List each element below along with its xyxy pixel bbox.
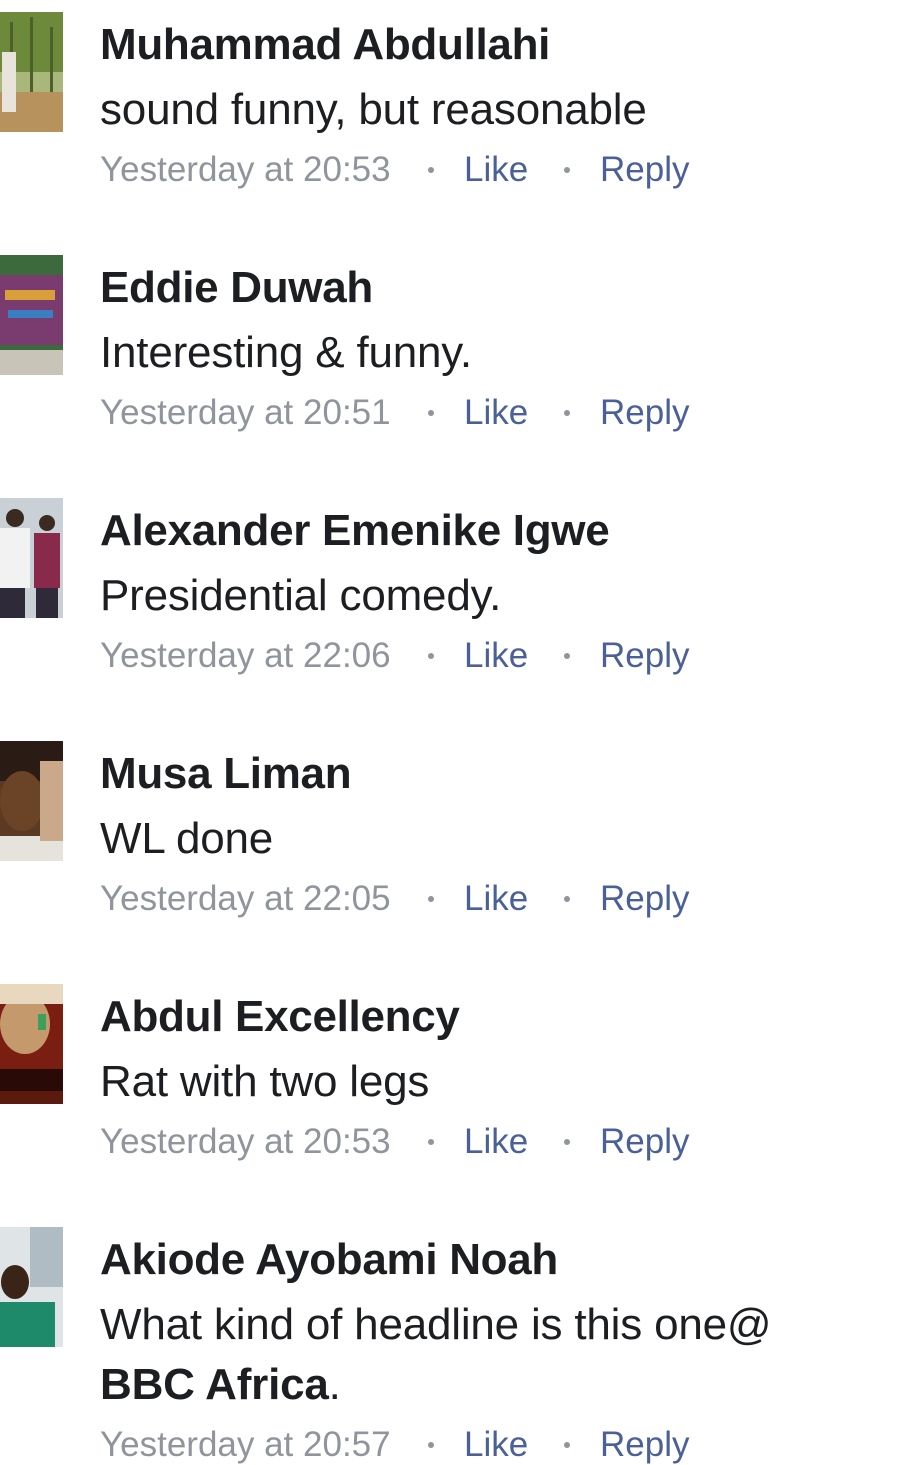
separator-dot (428, 167, 434, 173)
avatar[interactable] (0, 255, 63, 375)
comment-text: What kind of headline is this one@ BBC A… (100, 1295, 880, 1415)
comment-timestamp[interactable]: Yesterday at 20:57 (100, 1425, 398, 1465)
comment-timestamp[interactable]: Yesterday at 20:53 (100, 1122, 398, 1162)
comment-author[interactable]: Akiode Ayobami Noah (100, 1235, 558, 1285)
comment-item: Eddie Duwah Interesting & funny. Yesterd… (0, 243, 905, 486)
comment-item: Muhammad Abdullahi sound funny, but reas… (0, 0, 905, 243)
avatar-image (0, 741, 63, 861)
comment-author[interactable]: Eddie Duwah (100, 263, 373, 313)
comment-text: WL done (100, 814, 274, 863)
separator-dot (564, 653, 570, 659)
avatar-image (0, 1227, 63, 1347)
avatar[interactable] (0, 12, 63, 132)
avatar-image (0, 12, 63, 132)
comment-timestamp[interactable]: Yesterday at 20:53 (100, 150, 398, 190)
comment-meta: Yesterday at 20:51 Like Reply (100, 393, 689, 433)
reply-button[interactable]: Reply (600, 1425, 689, 1465)
reply-button[interactable]: Reply (600, 393, 689, 433)
separator-dot (428, 410, 434, 416)
separator-dot (564, 410, 570, 416)
comment-timestamp[interactable]: Yesterday at 22:05 (100, 879, 398, 919)
comment-text: sound funny, but reasonable (100, 85, 647, 134)
reply-button[interactable]: Reply (600, 150, 689, 190)
like-button[interactable]: Like (464, 1122, 534, 1162)
avatar[interactable] (0, 741, 63, 861)
avatar-image (0, 984, 63, 1104)
comment-item: Alexander Emenike Igwe Presidential come… (0, 486, 905, 729)
comment-meta: Yesterday at 22:06 Like Reply (100, 636, 689, 676)
mention-link[interactable]: BBC Africa (100, 1360, 329, 1409)
comment-meta: Yesterday at 20:53 Like Reply (100, 1122, 689, 1162)
like-button[interactable]: Like (464, 636, 534, 676)
avatar-image (0, 498, 63, 618)
separator-dot (428, 653, 434, 659)
comment-author[interactable]: Muhammad Abdullahi (100, 20, 550, 70)
avatar[interactable] (0, 498, 63, 618)
comment-item: Musa Liman WL done Yesterday at 22:05 Li… (0, 729, 905, 972)
like-button[interactable]: Like (464, 393, 534, 433)
comment-item: Abdul Excellency Rat with two legs Yeste… (0, 972, 905, 1215)
comment-text: Rat with two legs (100, 1057, 430, 1106)
comment-text: Presidential comedy. (100, 571, 502, 620)
separator-dot (564, 167, 570, 173)
avatar[interactable] (0, 1227, 63, 1347)
separator-dot (428, 1139, 434, 1145)
reply-button[interactable]: Reply (600, 1122, 689, 1162)
avatar[interactable] (0, 984, 63, 1104)
comment-author[interactable]: Musa Liman (100, 749, 352, 799)
comment-author[interactable]: Alexander Emenike Igwe (100, 506, 610, 556)
avatar-image (0, 255, 63, 375)
separator-dot (428, 1442, 434, 1448)
like-button[interactable]: Like (464, 150, 534, 190)
separator-dot (564, 1139, 570, 1145)
comment-timestamp[interactable]: Yesterday at 20:51 (100, 393, 398, 433)
comment-text-body: What kind of headline is this one@ (100, 1300, 772, 1349)
comment-text: Interesting & funny. (100, 328, 472, 377)
comment-item: Akiode Ayobami Noah What kind of headlin… (0, 1215, 905, 1464)
comment-meta: Yesterday at 20:57 Like Reply (100, 1425, 689, 1465)
separator-dot (564, 1442, 570, 1448)
comment-meta: Yesterday at 20:53 Like Reply (100, 150, 689, 190)
reply-button[interactable]: Reply (600, 879, 689, 919)
separator-dot (428, 896, 434, 902)
comment-meta: Yesterday at 22:05 Like Reply (100, 879, 689, 919)
separator-dot (564, 896, 570, 902)
comment-text-suffix: . (328, 1360, 341, 1409)
like-button[interactable]: Like (464, 1425, 534, 1465)
comment-timestamp[interactable]: Yesterday at 22:06 (100, 636, 398, 676)
like-button[interactable]: Like (464, 879, 534, 919)
comment-author[interactable]: Abdul Excellency (100, 992, 460, 1042)
reply-button[interactable]: Reply (600, 636, 689, 676)
